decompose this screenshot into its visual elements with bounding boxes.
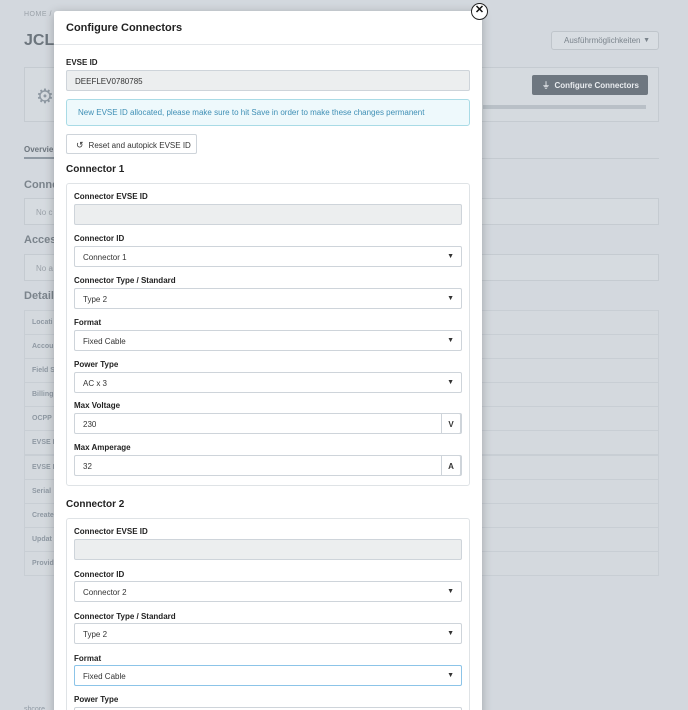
connector-type-select[interactable]: Type 2 ▼ — [74, 288, 462, 309]
tab-overview[interactable]: Overvie — [24, 145, 53, 154]
gear-icon: ⚙ — [36, 86, 54, 108]
evse-id-label: EVSE ID — [66, 58, 98, 67]
max-amperage-input[interactable]: 32 A — [74, 455, 462, 476]
max-voltage-value: 230 — [83, 420, 97, 429]
caret-down-icon: ▼ — [447, 630, 454, 637]
max-voltage-input[interactable]: 230 V — [74, 413, 462, 434]
connector-id-value: Connector 1 — [83, 253, 127, 262]
format-label: Format — [74, 654, 102, 663]
max-amperage-value: 32 — [83, 462, 92, 471]
modal-title: Configure Connectors — [66, 22, 183, 34]
breadcrumb: HOME / — [24, 11, 52, 18]
caret-down-icon: ▼ — [447, 337, 454, 344]
footer-text: sbcore — [24, 706, 46, 710]
configure-connectors-label: Configure Connectors — [554, 81, 639, 90]
reset-autopick-button[interactable]: ↺ Reset and autopick EVSE ID — [66, 134, 197, 154]
actions-dropdown-label: Ausführmöglichkeiten — [564, 36, 641, 45]
undo-icon: ↺ — [76, 140, 84, 150]
close-icon[interactable]: ✕ — [471, 3, 488, 20]
caret-down-icon: ▼ — [447, 379, 454, 386]
configure-connectors-modal: Configure Connectors EVSE ID DEEFLEV0780… — [54, 11, 482, 710]
caret-down-icon: ▼ — [447, 588, 454, 595]
connector-id-select[interactable]: Connector 1 ▼ — [74, 246, 462, 267]
power-type-select[interactable]: AC x 3 ▼ — [74, 372, 462, 393]
connector-1-heading: Connector 1 — [66, 164, 125, 175]
tab-active-indicator — [24, 157, 54, 159]
modal-header: Configure Connectors — [54, 11, 482, 45]
caret-down-icon: ▼ — [643, 37, 650, 44]
power-type-label: Power Type — [74, 360, 119, 369]
progress-bar — [483, 105, 646, 109]
format-select[interactable]: Fixed Cable ▼ — [74, 665, 462, 686]
connector-evse-id-field[interactable] — [74, 539, 462, 560]
caret-down-icon: ▼ — [447, 672, 454, 679]
configure-connectors-button[interactable]: ⏚ Configure Connectors — [532, 75, 648, 95]
connector-type-value: Type 2 — [83, 295, 108, 304]
connector-id-value: Connector 2 — [83, 588, 127, 597]
connector-evse-id-field[interactable] — [74, 204, 462, 225]
power-type-value: AC x 3 — [83, 379, 108, 388]
actions-dropdown[interactable]: Ausführmöglichkeiten ▼ — [551, 31, 659, 50]
max-voltage-label: Max Voltage — [74, 401, 121, 410]
connector-id-label: Connector ID — [74, 570, 125, 579]
format-value: Fixed Cable — [83, 672, 126, 681]
amperage-unit: A — [441, 455, 461, 476]
reset-autopick-label: Reset and autopick EVSE ID — [88, 141, 191, 150]
format-label: Format — [74, 318, 102, 327]
connector-2-heading: Connector 2 — [66, 499, 125, 510]
max-amperage-label: Max Amperage — [74, 443, 131, 452]
plug-icon: ⏚ — [542, 81, 550, 90]
connector-type-select[interactable]: Type 2 ▼ — [74, 623, 462, 644]
connector-type-label: Connector Type / Standard — [74, 276, 176, 285]
connector-type-label: Connector Type / Standard — [74, 612, 176, 621]
info-alert: New EVSE ID allocated, please make sure … — [66, 99, 470, 126]
power-type-label: Power Type — [74, 695, 119, 704]
details-heading: Detail — [24, 290, 54, 302]
connector-evse-id-label: Connector EVSE ID — [74, 527, 148, 536]
access-heading: Acces — [24, 234, 57, 246]
connector-type-value: Type 2 — [83, 630, 108, 639]
format-select[interactable]: Fixed Cable ▼ — [74, 330, 462, 351]
evse-id-field[interactable]: DEEFLEV0780785 — [66, 70, 470, 91]
voltage-unit: V — [441, 413, 461, 434]
connector-id-select[interactable]: Connector 2 ▼ — [74, 581, 462, 602]
connector-evse-id-label: Connector EVSE ID — [74, 192, 148, 201]
caret-down-icon: ▼ — [447, 295, 454, 302]
connector-id-label: Connector ID — [74, 234, 125, 243]
format-value: Fixed Cable — [83, 337, 126, 346]
caret-down-icon: ▼ — [447, 253, 454, 260]
